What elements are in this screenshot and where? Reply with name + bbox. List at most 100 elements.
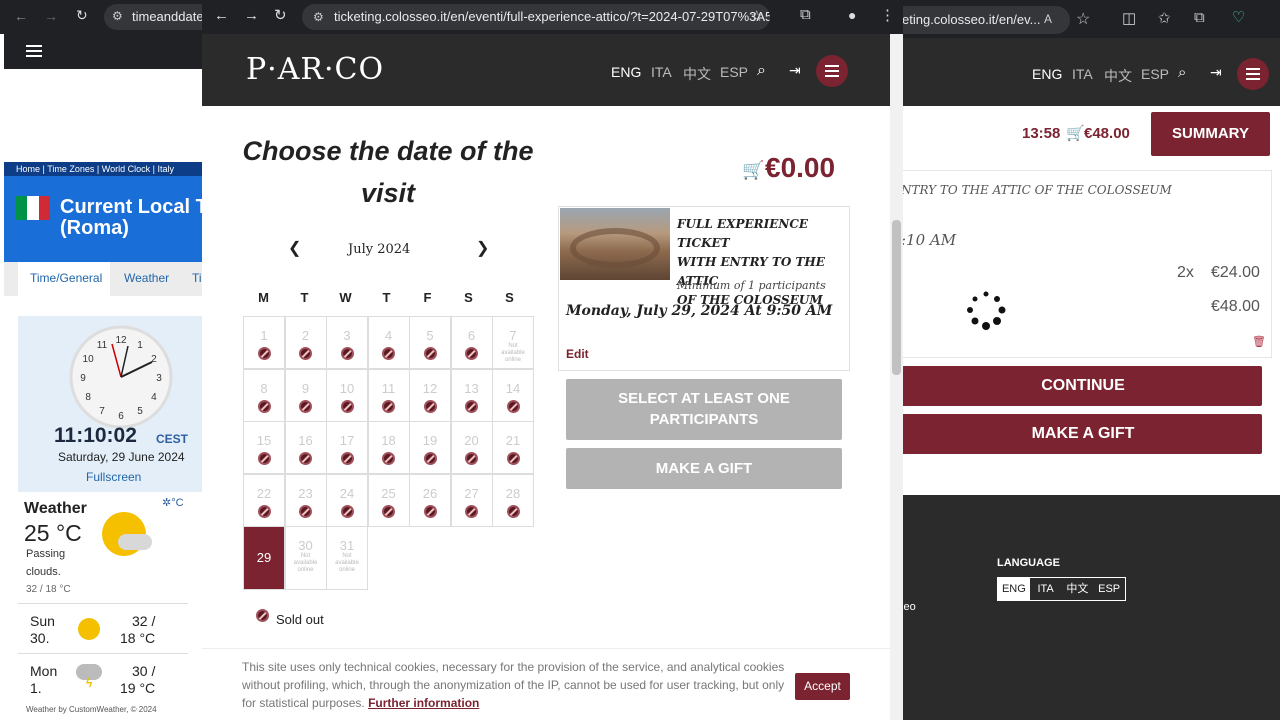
weather-credit[interactable]: Weather by CustomWeather, © 2024 [26, 705, 157, 714]
forward-icon[interactable]: → [44, 8, 58, 24]
search-icon[interactable]: ⌕ [757, 62, 766, 80]
address-bar[interactable]: ⚙ ticketing.colosseo.it/en/eventi/full-e… [302, 4, 770, 30]
calendar-day-sold-out[interactable]: 27 [450, 473, 493, 527]
breadcrumb-home[interactable]: Home [16, 164, 40, 174]
split-view-icon[interactable]: ◫ [1122, 9, 1136, 27]
gear-icon[interactable]: ✲ [162, 497, 171, 509]
login-icon[interactable]: ⇥ [1210, 64, 1222, 81]
calendar-day-unavailable[interactable]: 7 Not available online [492, 316, 534, 369]
trash-icon[interactable]: 🗑 [1252, 335, 1266, 348]
lang-esp[interactable]: ESP [1141, 66, 1169, 82]
lang-ita[interactable]: ITA [651, 64, 672, 80]
calendar-day-selected[interactable]: 29 [243, 526, 285, 590]
favorite-star-icon[interactable]: ☆ [1076, 9, 1090, 29]
calendar-day-sold-out[interactable]: 5 [409, 316, 451, 369]
unit-toggle[interactable]: ✲°C [162, 496, 184, 509]
cookie-accept-button[interactable]: Accept [795, 673, 850, 700]
calendar-day-sold-out[interactable]: 6 [450, 316, 493, 369]
footer-lang-zh[interactable]: 中文 [1062, 578, 1094, 600]
collections-icon[interactable]: ⧉ [1194, 9, 1205, 26]
more-menu-icon[interactable]: ⋮ [880, 6, 895, 24]
calendar-day-sold-out[interactable]: 2 [284, 316, 327, 369]
lang-ita[interactable]: ITA [1072, 66, 1093, 82]
right-url-bar[interactable]: eting.colosseo.it/en/ev... A [890, 6, 1070, 34]
favorites-icon[interactable]: ✩ [1158, 9, 1171, 27]
summary-button[interactable]: SUMMARY [1151, 112, 1270, 156]
left-url-bar[interactable]: ⚙ timeanddate [104, 4, 202, 30]
calendar-day-sold-out[interactable]: 1 [243, 316, 285, 369]
calendar-day-sold-out[interactable]: 14 [492, 368, 534, 422]
calendar-day-unavailable[interactable]: 31 Not available online [326, 526, 368, 590]
tab-weather[interactable]: Weather [124, 271, 169, 285]
tab-time-general[interactable]: Time/General [30, 271, 102, 285]
extensions-icon[interactable]: ⧉ [800, 6, 811, 23]
bookmark-star-icon[interactable]: ☆ [750, 4, 763, 30]
lang-zh[interactable]: 中文 [683, 64, 711, 84]
sold-out-icon [465, 347, 478, 360]
lang-eng[interactable]: ENG [611, 64, 641, 80]
make-gift-button[interactable]: MAKE A GIFT [566, 448, 842, 489]
health-icon[interactable]: ♡ [1232, 8, 1245, 26]
parco-logo[interactable]: P·AR·CO [246, 52, 384, 87]
edit-link[interactable]: Edit [566, 347, 589, 361]
scrollbar-thumb[interactable] [892, 220, 901, 375]
calendar-day-sold-out[interactable]: 19 [409, 421, 451, 474]
make-gift-button[interactable]: MAKE A GIFT [890, 414, 1262, 454]
back-icon[interactable]: ← [14, 8, 28, 24]
breadcrumb-italy[interactable]: Italy [157, 164, 174, 174]
calendar-day-sold-out[interactable]: 18 [367, 421, 410, 474]
back-icon[interactable]: ← [214, 7, 229, 24]
breadcrumb-world-clock[interactable]: World Clock [102, 164, 150, 174]
calendar-day-sold-out[interactable]: 25 [367, 473, 410, 527]
calendar-day-sold-out[interactable]: 24 [326, 473, 368, 527]
site-settings-icon[interactable]: ⚙ [112, 9, 123, 23]
calendar-day-sold-out[interactable]: 17 [326, 421, 368, 474]
calendar-day-sold-out[interactable]: 8 [243, 368, 285, 422]
reload-icon[interactable]: ↻ [274, 6, 287, 24]
calendar-day-sold-out[interactable]: 23 [284, 473, 327, 527]
calendar-day-sold-out[interactable]: 4 [367, 316, 410, 369]
read-aloud-icon[interactable]: A [1044, 12, 1052, 26]
calendar-day-sold-out[interactable]: 22 [243, 473, 285, 527]
menu-icon[interactable] [26, 45, 42, 47]
scrollbar-track[interactable] [890, 34, 903, 720]
calendar-day-sold-out[interactable]: 11 [367, 368, 410, 422]
prev-month-icon[interactable]: ❮ [288, 238, 301, 258]
fullscreen-link[interactable]: Fullscreen [86, 470, 141, 484]
calendar-day-sold-out[interactable]: 15 [243, 421, 285, 474]
footer-lang-eng[interactable]: ENG [998, 578, 1030, 600]
reload-icon[interactable]: ↻ [76, 7, 88, 24]
calendar-day-sold-out[interactable]: 21 [492, 421, 534, 474]
menu-button[interactable] [1237, 58, 1269, 90]
footer-lang-esp[interactable]: ESP [1093, 578, 1125, 600]
forward-icon[interactable]: → [244, 7, 259, 24]
lang-eng[interactable]: ENG [1032, 66, 1062, 82]
calendar-day-sold-out[interactable]: 10 [326, 368, 368, 422]
continue-button[interactable]: CONTINUE [890, 366, 1262, 406]
menu-button[interactable] [816, 55, 848, 87]
calendar-day-number: 8 [260, 380, 268, 396]
calendar-day-sold-out[interactable]: 26 [409, 473, 451, 527]
footer-lang-ita[interactable]: ITA [1030, 578, 1062, 600]
lang-esp[interactable]: ESP [720, 64, 748, 80]
login-icon[interactable]: ⇥ [789, 62, 801, 79]
profile-icon[interactable]: ● [848, 7, 856, 23]
cookie-info-link[interactable]: Further information [368, 696, 479, 710]
calendar-day-unavailable[interactable]: 30 Not available online [284, 526, 327, 590]
forecast-day: Mon [30, 663, 58, 679]
calendar-day-sold-out[interactable]: 13 [450, 368, 493, 422]
next-month-icon[interactable]: ❯ [476, 238, 489, 258]
lang-zh[interactable]: 中文 [1104, 66, 1132, 86]
search-icon[interactable]: ⌕ [1178, 64, 1186, 81]
breadcrumb-time-zones[interactable]: Time Zones [47, 164, 94, 174]
calendar-day-sold-out[interactable]: 16 [284, 421, 327, 474]
calendar-day-sold-out[interactable]: 12 [409, 368, 451, 422]
calendar-day-sold-out[interactable]: 28 [492, 473, 534, 527]
tab-more[interactable]: Ti [192, 271, 202, 285]
calendar-day-sold-out[interactable]: 3 [326, 316, 368, 369]
calendar-day-sold-out[interactable]: 20 [450, 421, 493, 474]
select-participants-button[interactable]: SELECT AT LEAST ONE PARTICIPANTS [566, 379, 842, 440]
divider [18, 653, 188, 654]
site-info-icon[interactable]: ⚙ [313, 4, 324, 30]
calendar-day-sold-out[interactable]: 9 [284, 368, 327, 422]
